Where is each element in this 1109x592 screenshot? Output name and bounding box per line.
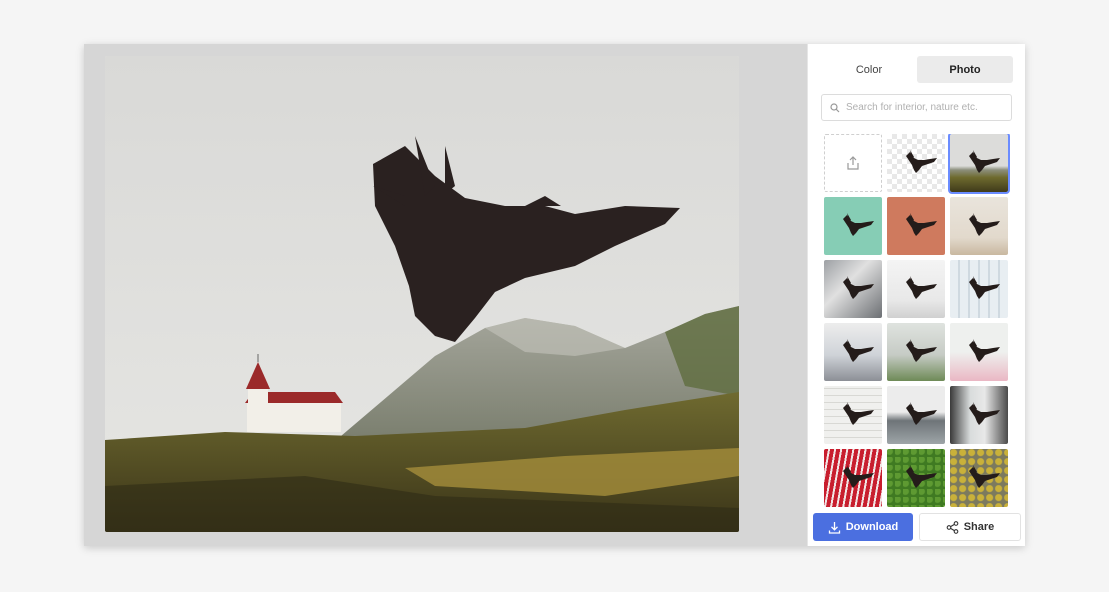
bird-cutout-icon <box>969 213 1000 236</box>
background-thumbnail-transparent[interactable] <box>887 134 945 192</box>
background-thumbnail-grid <box>824 134 1012 509</box>
background-thumbnail-office[interactable] <box>824 260 882 318</box>
background-thumbnail-white-room[interactable] <box>887 260 945 318</box>
background-thumbnail-warehouse[interactable] <box>824 323 882 381</box>
share-button-label: Share <box>963 521 995 533</box>
canvas-area <box>84 44 807 546</box>
bird-cutout-icon <box>843 465 874 488</box>
background-thumbnail-harbor[interactable] <box>887 386 945 444</box>
download-icon <box>828 521 840 534</box>
background-type-tabs: Color Photo <box>821 56 1013 83</box>
bird-cutout-icon <box>843 402 874 425</box>
background-thumbnail-landscape[interactable] <box>948 134 1010 194</box>
background-thumbnail-red-paint[interactable] <box>824 449 882 507</box>
background-thumbnail-terracotta[interactable] <box>887 197 945 255</box>
bird-cutout-icon <box>906 276 937 299</box>
search-icon <box>830 102 840 112</box>
download-button[interactable]: Download <box>813 513 913 541</box>
bird-cutout-icon <box>969 150 1000 173</box>
action-bar: Download Share <box>813 513 1021 541</box>
upload-background-button[interactable] <box>824 134 882 192</box>
bird-cutout-icon <box>969 465 1000 488</box>
upload-icon <box>847 155 859 170</box>
background-thumbnail-lichen[interactable] <box>950 449 1008 507</box>
background-thumbnail-pink-room[interactable] <box>950 323 1008 381</box>
bird-cutout-icon <box>906 339 937 362</box>
background-thumbnail-blinds[interactable] <box>824 386 882 444</box>
share-icon <box>946 520 959 534</box>
background-thumbnail-mint[interactable] <box>824 197 882 255</box>
background-thumbnail-corridor[interactable] <box>950 386 1008 444</box>
bird-cutout-icon <box>969 402 1000 425</box>
tab-color[interactable]: Color <box>821 56 917 83</box>
tab-photo[interactable]: Photo <box>917 56 1013 83</box>
bird-cutout-icon <box>969 339 1000 362</box>
share-button[interactable]: Share <box>919 513 1021 541</box>
background-panel: Color Photo Download <box>807 44 1025 546</box>
background-thumbnail-hedge[interactable] <box>887 449 945 507</box>
bird-cutout-icon <box>906 213 937 236</box>
bird-cutout-icon <box>906 402 937 425</box>
editor-window: Color Photo Download <box>84 44 1025 546</box>
photo-scene <box>105 56 739 532</box>
bird-cutout-icon <box>843 339 874 362</box>
bird-cutout-icon <box>906 150 937 173</box>
bird-cutout-icon <box>843 276 874 299</box>
bird-cutout-icon <box>843 213 874 236</box>
bird-cutout-icon <box>906 465 937 488</box>
background-thumbnail-glass[interactable] <box>950 260 1008 318</box>
search-input[interactable] <box>846 102 1011 113</box>
background-thumbnail-building[interactable] <box>887 323 945 381</box>
background-thumbnail-room-beige[interactable] <box>950 197 1008 255</box>
edited-photo[interactable] <box>105 56 739 532</box>
download-button-label: Download <box>845 521 899 533</box>
search-box[interactable] <box>821 94 1012 121</box>
bird-cutout-icon <box>969 276 1000 299</box>
